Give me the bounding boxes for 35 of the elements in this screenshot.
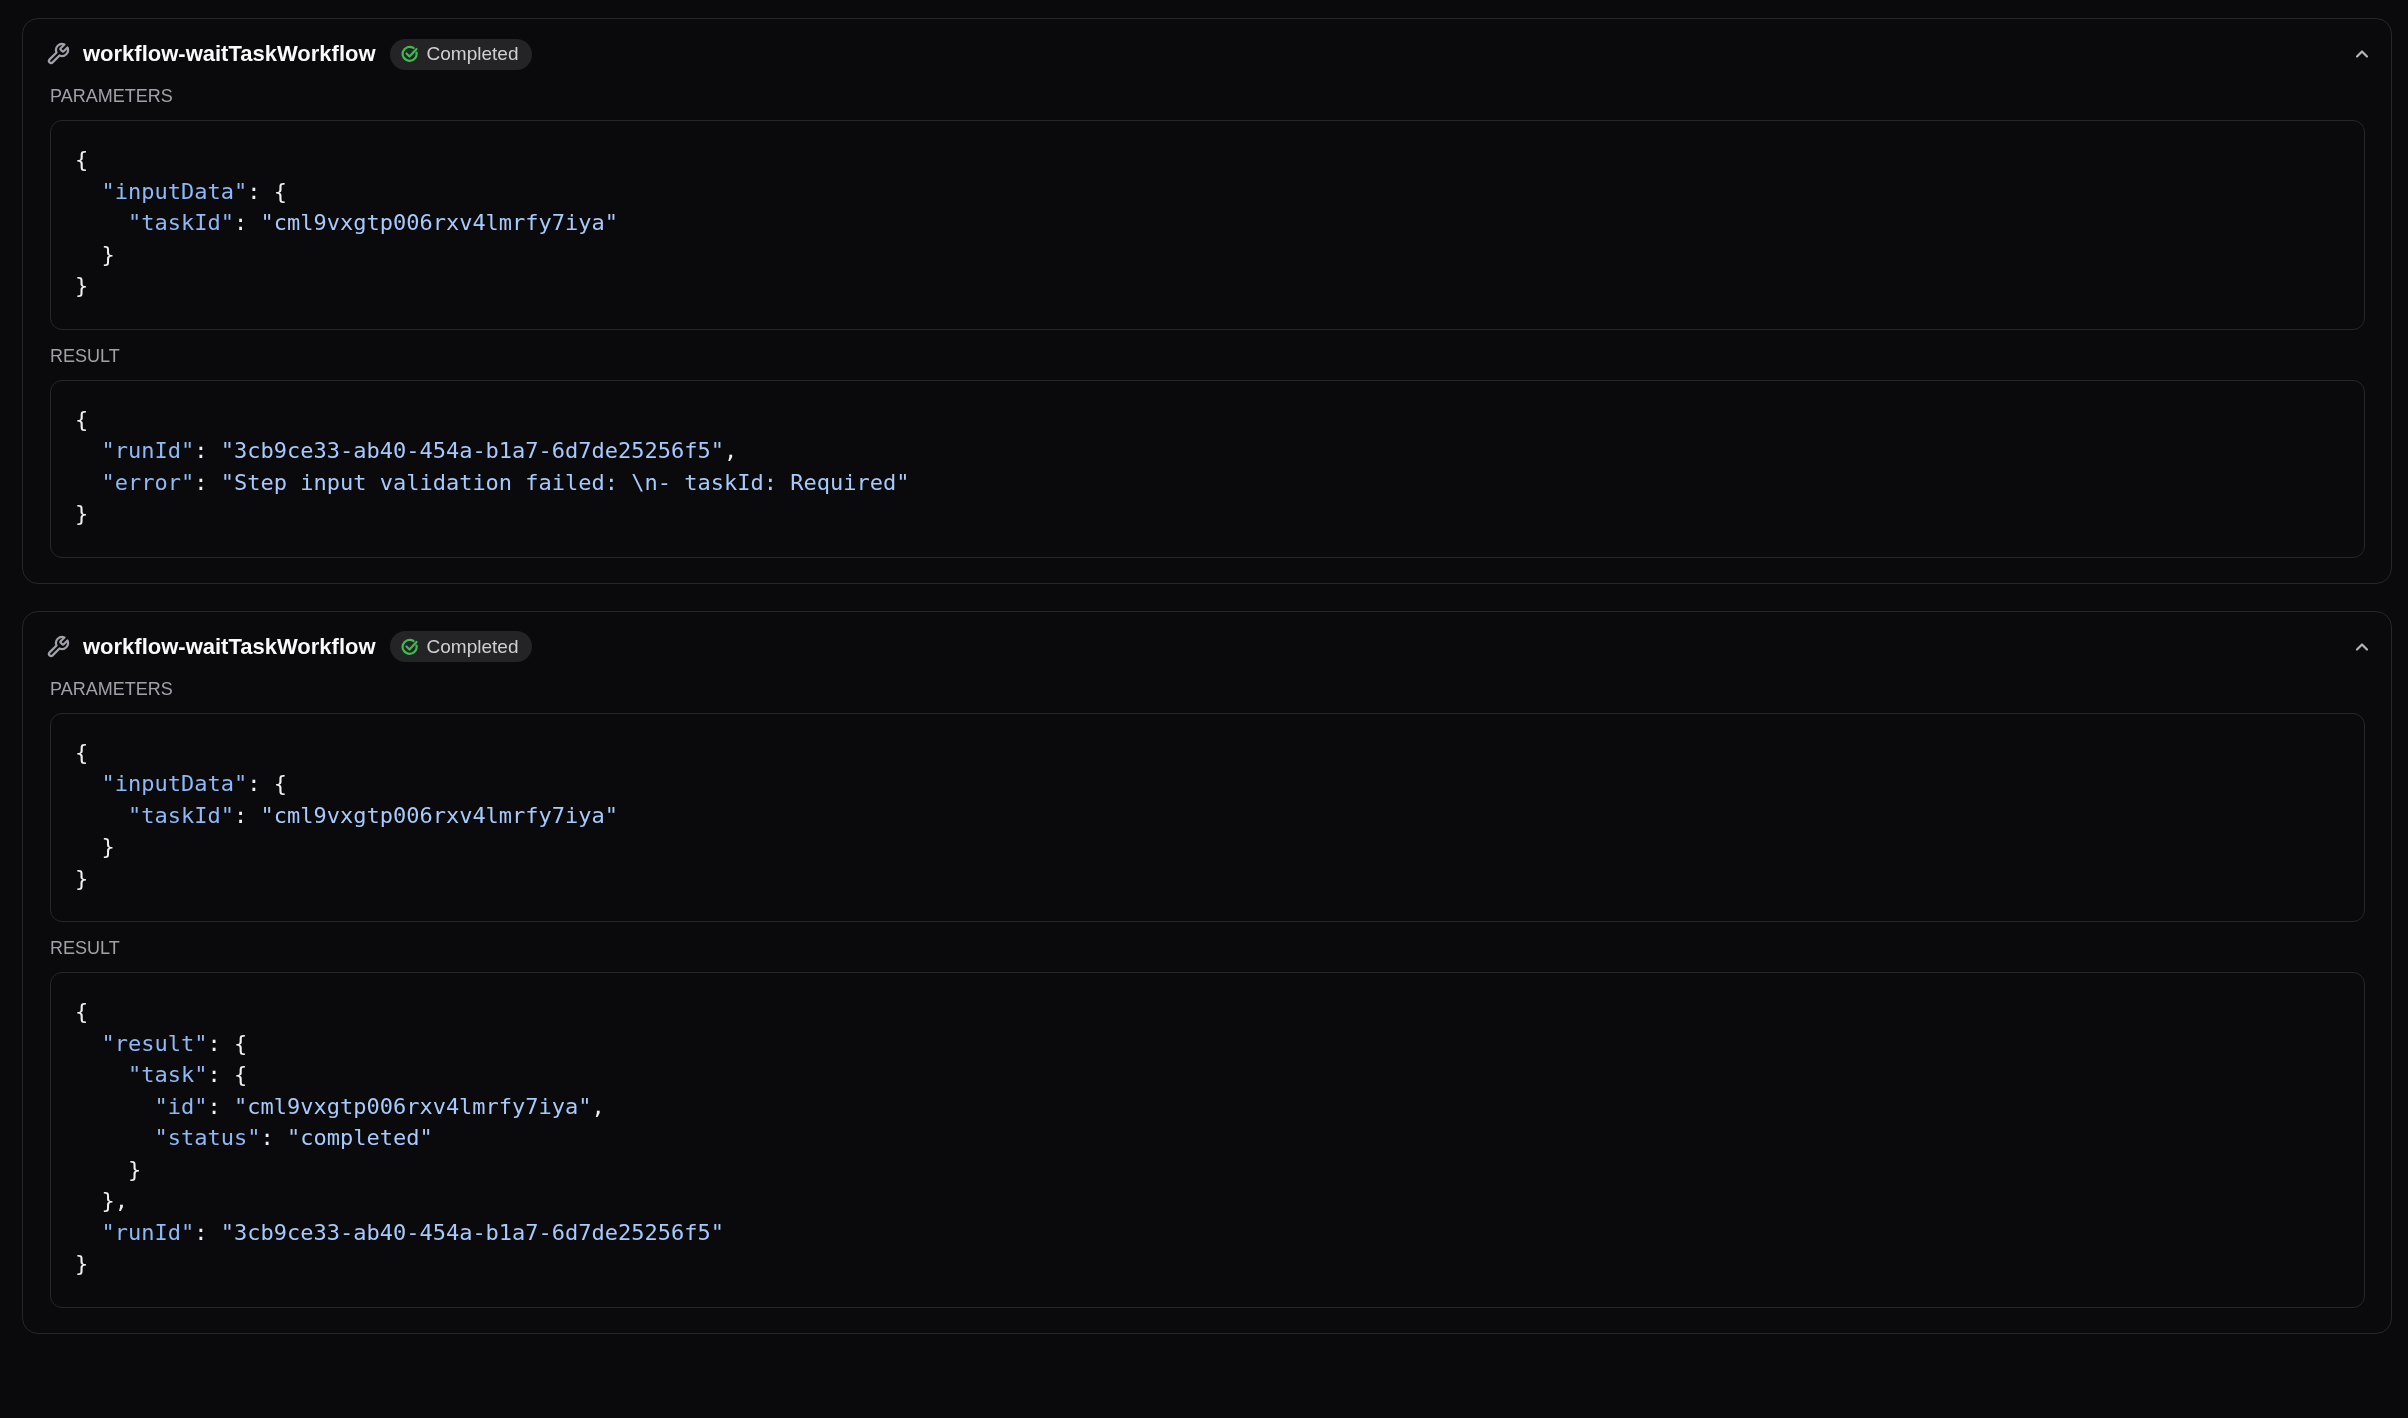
check-circle-icon (400, 45, 419, 63)
code-line: "task": { (126, 1061, 248, 1089)
section-label: RESULT (50, 938, 120, 958)
check-circle-icon (400, 637, 419, 656)
section-label: PARAMETERS (50, 678, 173, 699)
section-label: PARAMETERS (50, 86, 173, 106)
wrench-icon (46, 42, 70, 66)
status-badge: Completed (389, 631, 533, 662)
code-line: "error": "Step input validation failed: \n- taskId: Required" (100, 468, 910, 497)
code-line: "id": "cml9vxgtp006rxv4lmrfy7iya", (153, 1092, 605, 1121)
tool-name: workflow-waitTaskWorkflow (83, 633, 376, 660)
code-line: }, (100, 1187, 128, 1215)
code-line: } (126, 1155, 142, 1184)
code-line: } (100, 240, 115, 269)
code-line: "status": "completed" (153, 1124, 433, 1152)
code-line: { (75, 146, 89, 174)
code-line: } (75, 272, 89, 300)
code-line: } (75, 864, 89, 893)
code-line: } (75, 1250, 89, 1278)
code-line: { (75, 998, 89, 1026)
status-badge: Completed (389, 38, 533, 70)
tool-name: workflow-waitTaskWorkflow (83, 41, 376, 67)
code-line: "inputData": { (100, 770, 287, 798)
code-line: { (75, 738, 89, 767)
code-line: { (75, 405, 89, 434)
code-line: } (100, 833, 115, 861)
section-label: RESULT (50, 345, 120, 366)
code-line: "taskId": "cml9vxgtp006rxv4lmrfy7iya" (126, 801, 619, 830)
wrench-icon (46, 634, 70, 659)
code-line: "inputData": { (100, 177, 287, 206)
code-line: "taskId": "cml9vxgtp006rxv4lmrfy7iya" (126, 209, 619, 237)
code-line: } (75, 500, 89, 528)
code-line: "runId": "3cb9ce33-ab40-454a-b1a7-6d7de25256f5" (100, 1218, 725, 1247)
code-line: "result": { (100, 1029, 248, 1058)
code-line: "runId": "3cb9ce33-ab40-454a-b1a7-6d7de25256f5", (100, 437, 738, 465)
